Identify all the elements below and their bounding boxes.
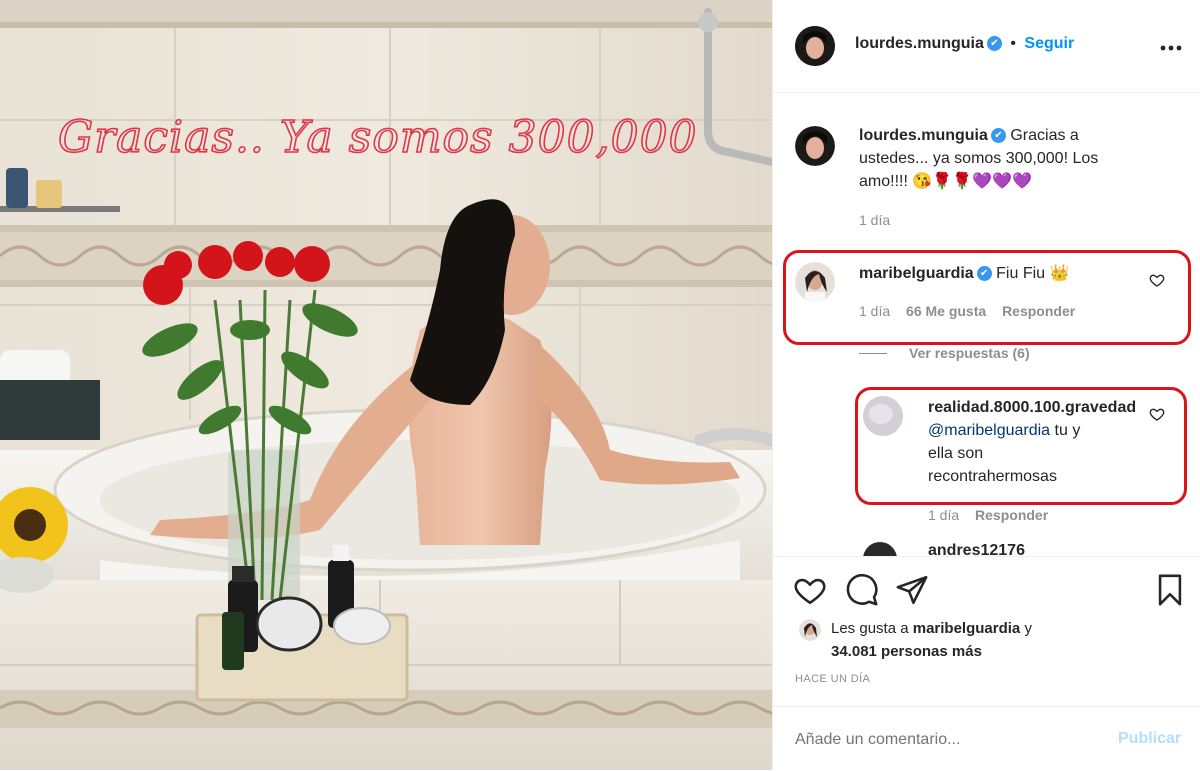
comment-2-mention[interactable]: @maribelguardia bbox=[928, 422, 1050, 439]
likes-others[interactable]: 34.081 personas más bbox=[831, 643, 982, 660]
author-avatar[interactable] bbox=[795, 26, 835, 66]
image-caption: Gracias.. Ya somos 300,000 bbox=[58, 112, 698, 163]
likes-avatar-image bbox=[799, 619, 821, 641]
likes-prefix: Les gusta a bbox=[831, 620, 913, 637]
view-replies-row[interactable]: Ver respuestas (6) bbox=[859, 345, 1030, 363]
post-image[interactable]: Gracias.. Ya somos 300,000 bbox=[0, 0, 772, 770]
bathroom-photo: Gracias.. Ya somos 300,000 bbox=[0, 0, 772, 770]
post-actions: Les gusta a maribelguardia y 34.081 pers… bbox=[773, 556, 1200, 687]
comment-1-avatar-image bbox=[795, 262, 835, 302]
likes-suffix: y bbox=[1020, 620, 1032, 637]
caption-avatar-image bbox=[795, 126, 835, 166]
comment-2-text-line3: recontrahermosas bbox=[928, 468, 1057, 485]
comment-2-avatar-image bbox=[863, 396, 903, 436]
comment-2: realidad.8000.100.gravedad @maribelguard… bbox=[773, 394, 1200, 524]
comment-2-username[interactable]: realidad.8000.100.gravedad bbox=[928, 399, 1136, 416]
comment-1-avatar[interactable] bbox=[795, 262, 835, 302]
publish-button[interactable]: Publicar bbox=[1118, 730, 1181, 748]
comment-2-time[interactable]: 1 día bbox=[928, 507, 959, 523]
share-send-icon[interactable] bbox=[895, 573, 929, 607]
separator-dot: • bbox=[1010, 35, 1016, 52]
comment-2-text-line2: ella son bbox=[928, 445, 984, 462]
comment-2-reply-button[interactable]: Responder bbox=[975, 507, 1048, 523]
comment-1-like-heart-icon[interactable] bbox=[1149, 272, 1165, 288]
comment-2-avatar[interactable] bbox=[863, 396, 903, 436]
author-avatar-image bbox=[795, 26, 835, 66]
post-header: lourdes.munguia ✔ • Seguir bbox=[773, 0, 1200, 93]
comment-1: maribelguardia ✔ Fiu Fiu 👑 1 día 66 Me gu… bbox=[773, 258, 1200, 338]
comment-1-username[interactable]: maribelguardia bbox=[859, 265, 974, 282]
comment-input[interactable] bbox=[793, 725, 1097, 755]
post-date[interactable]: HACE UN DÍA bbox=[795, 673, 870, 685]
more-icon[interactable] bbox=[1159, 44, 1183, 52]
comment-input-bar: Publicar bbox=[773, 706, 1200, 771]
comment-1-text: Fiu Fiu 👑 bbox=[996, 265, 1070, 282]
caption-username[interactable]: lourdes.munguia bbox=[859, 127, 988, 144]
view-replies-button[interactable]: Ver respuestas (6) bbox=[909, 345, 1030, 361]
comment-2-text-line1: tu y bbox=[1050, 422, 1081, 439]
header-username[interactable]: lourdes.munguia bbox=[855, 35, 984, 52]
verified-badge-icon: ✔ bbox=[986, 36, 1002, 52]
caption-text-line2: ustedes... ya somos 300,000! Los bbox=[859, 150, 1099, 167]
like-heart-icon[interactable] bbox=[793, 573, 827, 607]
comment-2-like-heart-icon[interactable] bbox=[1149, 406, 1165, 422]
likes-user[interactable]: maribelguardia bbox=[913, 620, 1021, 637]
comment-1-likes[interactable]: 66 Me gusta bbox=[906, 303, 986, 319]
comment-3-username[interactable]: andres12176 bbox=[928, 542, 1025, 556]
likes-summary: Les gusta a maribelguardia y 34.081 pers… bbox=[831, 617, 1131, 663]
comment-3-avatar[interactable] bbox=[863, 542, 897, 556]
comment-3: andres12176 bbox=[773, 538, 1200, 556]
comment-1-verified-icon: ✔ bbox=[976, 266, 992, 282]
comment-bubble-icon[interactable] bbox=[845, 573, 879, 607]
caption-time[interactable]: 1 día bbox=[859, 212, 890, 228]
caption-verified-icon: ✔ bbox=[990, 128, 1006, 144]
bookmark-save-icon[interactable] bbox=[1153, 573, 1187, 607]
replies-divider bbox=[859, 353, 887, 355]
comment-1-reply-button[interactable]: Responder bbox=[1002, 303, 1075, 319]
follow-button[interactable]: Seguir bbox=[1024, 35, 1074, 52]
caption-text-line3: amo!!!! 😘🌹🌹💜💜💜 bbox=[859, 173, 1032, 190]
comment-1-time[interactable]: 1 día bbox=[859, 303, 890, 319]
post-side-panel: lourdes.munguia ✔ • Seguir lourdes.mungui… bbox=[772, 0, 1200, 770]
caption-text-line1: Gracias a bbox=[1010, 127, 1079, 144]
caption-avatar[interactable] bbox=[795, 126, 835, 166]
likes-avatar[interactable] bbox=[799, 619, 821, 641]
